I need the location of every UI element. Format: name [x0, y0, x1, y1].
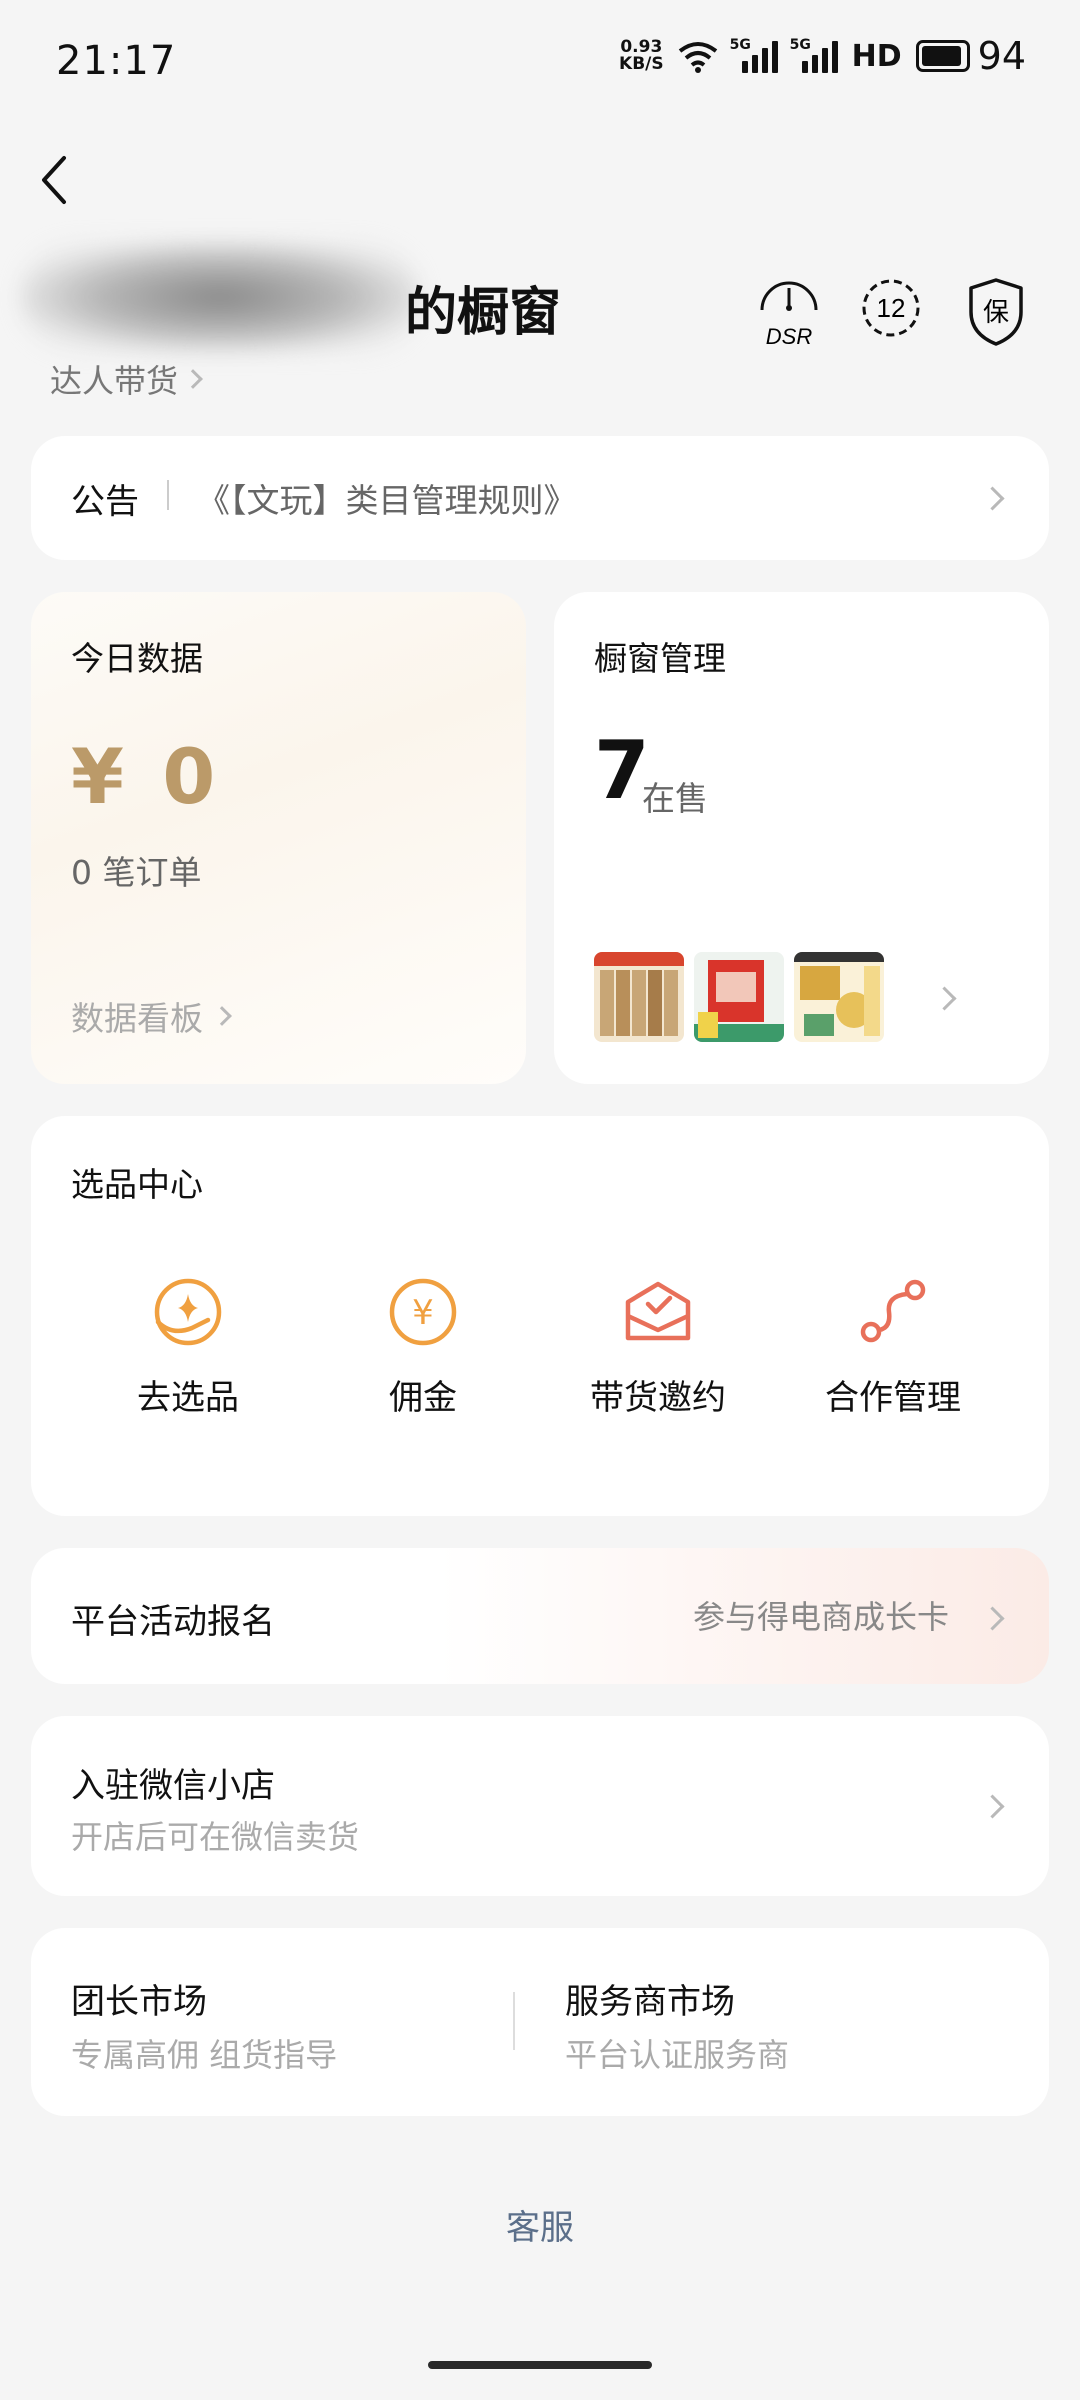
window-management-title: 橱窗管理 — [594, 639, 726, 678]
chevron-right-icon[interactable] — [932, 986, 957, 1011]
invite-envelope-icon — [625, 1281, 691, 1341]
wechat-shop-subtitle: 开店后可在微信卖货 — [71, 1818, 360, 1856]
today-data-title: 今日数据 — [71, 639, 203, 678]
chevron-right-icon — [980, 1794, 1005, 1819]
battery-icon: 94 — [915, 34, 1026, 78]
signal-icon: 5G — [729, 37, 778, 73]
service-market-subtitle: 平台认证服务商 — [565, 2036, 790, 2074]
platform-activity-title: 平台活动报名 — [71, 1602, 275, 1642]
today-amount: ¥ 0 — [71, 732, 222, 821]
level-badge-icon[interactable]: 12 — [856, 274, 926, 350]
activity-promo-text: 参与得电商成长卡 — [692, 1598, 949, 1636]
data-board-label: 数据看板 — [71, 999, 203, 1038]
on-sale-label: 在售 — [642, 779, 708, 818]
platform-activity-card[interactable]: 平台活动报名 参与得电商成长卡 — [31, 1548, 1049, 1684]
guarantee-shield-icon[interactable]: 保 — [961, 274, 1031, 350]
notice-card[interactable]: 公告 《【文玩】类目管理规则》 — [31, 436, 1049, 560]
product-thumbnail[interactable] — [794, 952, 884, 1042]
home-indicator[interactable] — [428, 2361, 652, 2369]
signal-tag: 5G — [729, 37, 751, 53]
leader-market-title[interactable]: 团长市场 — [71, 1974, 207, 2023]
back-arrow-icon[interactable] — [34, 152, 74, 208]
signal-tag: 5G — [789, 37, 811, 53]
level-label: 12 — [877, 293, 906, 323]
chevron-right-icon — [980, 486, 1005, 511]
customer-service-link[interactable]: 客服 — [0, 2200, 1080, 2249]
tool-label: 带货邀约 — [590, 1378, 726, 1418]
status-time: 21:17 — [56, 38, 177, 84]
today-data-card[interactable]: 今日数据 ¥ 0 0 笔订单 数据看板 — [31, 592, 526, 1084]
cooperation-management-button[interactable]: 合作管理 — [793, 1276, 993, 1419]
guarantee-label: 保 — [983, 298, 1009, 328]
selection-center-card: 选品中心 去选品 ¥ 佣金 带货邀约 合作管理 — [31, 1116, 1049, 1516]
divider — [167, 480, 169, 510]
dsr-speedometer-icon[interactable]: DSR — [754, 274, 824, 350]
wechat-shop-title: 入驻微信小店 — [71, 1766, 275, 1806]
cooperation-path-icon — [860, 1279, 926, 1343]
battery-level: 94 — [977, 34, 1026, 78]
commission-button[interactable]: ¥ 佣金 — [323, 1276, 523, 1419]
network-speed: 0.93 KB/S — [619, 39, 664, 73]
chevron-right-icon — [980, 1606, 1005, 1631]
product-thumbnail[interactable] — [694, 952, 784, 1042]
today-orders: 0 笔订单 — [71, 853, 202, 892]
talent-sales-label: 达人带货 — [50, 362, 179, 400]
talent-sales-link[interactable]: 达人带货 — [50, 356, 203, 402]
notice-text: 《【文玩】类目管理规则》 — [197, 481, 577, 520]
go-select-button[interactable]: 去选品 — [88, 1276, 288, 1419]
tool-label: 佣金 — [389, 1378, 457, 1418]
leader-market-subtitle: 专属高佣 组货指导 — [71, 2036, 338, 2074]
blurred-shop-name — [20, 242, 420, 352]
tool-label: 去选品 — [137, 1378, 239, 1418]
select-product-icon — [154, 1278, 222, 1346]
window-management-card[interactable]: 橱窗管理 7 在售 — [554, 592, 1049, 1084]
product-thumbnail[interactable] — [594, 952, 684, 1042]
wechat-shop-card[interactable]: 入驻微信小店 开店后可在微信卖货 — [31, 1716, 1049, 1896]
chevron-right-icon — [212, 1006, 232, 1026]
sales-invitation-button[interactable]: 带货邀约 — [558, 1276, 758, 1419]
signal-icon: 5G — [789, 37, 838, 73]
yuan-coin-icon: ¥ — [389, 1278, 457, 1346]
dsr-label: DSR — [766, 324, 813, 349]
selection-center-title: 选品中心 — [71, 1165, 203, 1204]
tool-label: 合作管理 — [825, 1378, 961, 1418]
service-market-title[interactable]: 服务商市场 — [565, 1974, 735, 2023]
notice-label: 公告 — [71, 482, 139, 522]
hd-label: HD — [851, 38, 902, 74]
network-speed-unit: KB/S — [619, 54, 664, 74]
status-icons: 0.93 KB/S 5G 5G HD 94 — [619, 34, 1026, 78]
wifi-icon — [678, 42, 717, 73]
chevron-right-icon — [183, 369, 203, 389]
page-title: 的橱窗 — [405, 283, 562, 343]
data-board-link[interactable]: 数据看板 — [71, 992, 232, 1040]
divider — [513, 1992, 515, 2050]
markets-card: 团长市场 专属高佣 组货指导 服务商市场 平台认证服务商 — [31, 1928, 1049, 2116]
svg-text:¥: ¥ — [412, 1293, 434, 1333]
